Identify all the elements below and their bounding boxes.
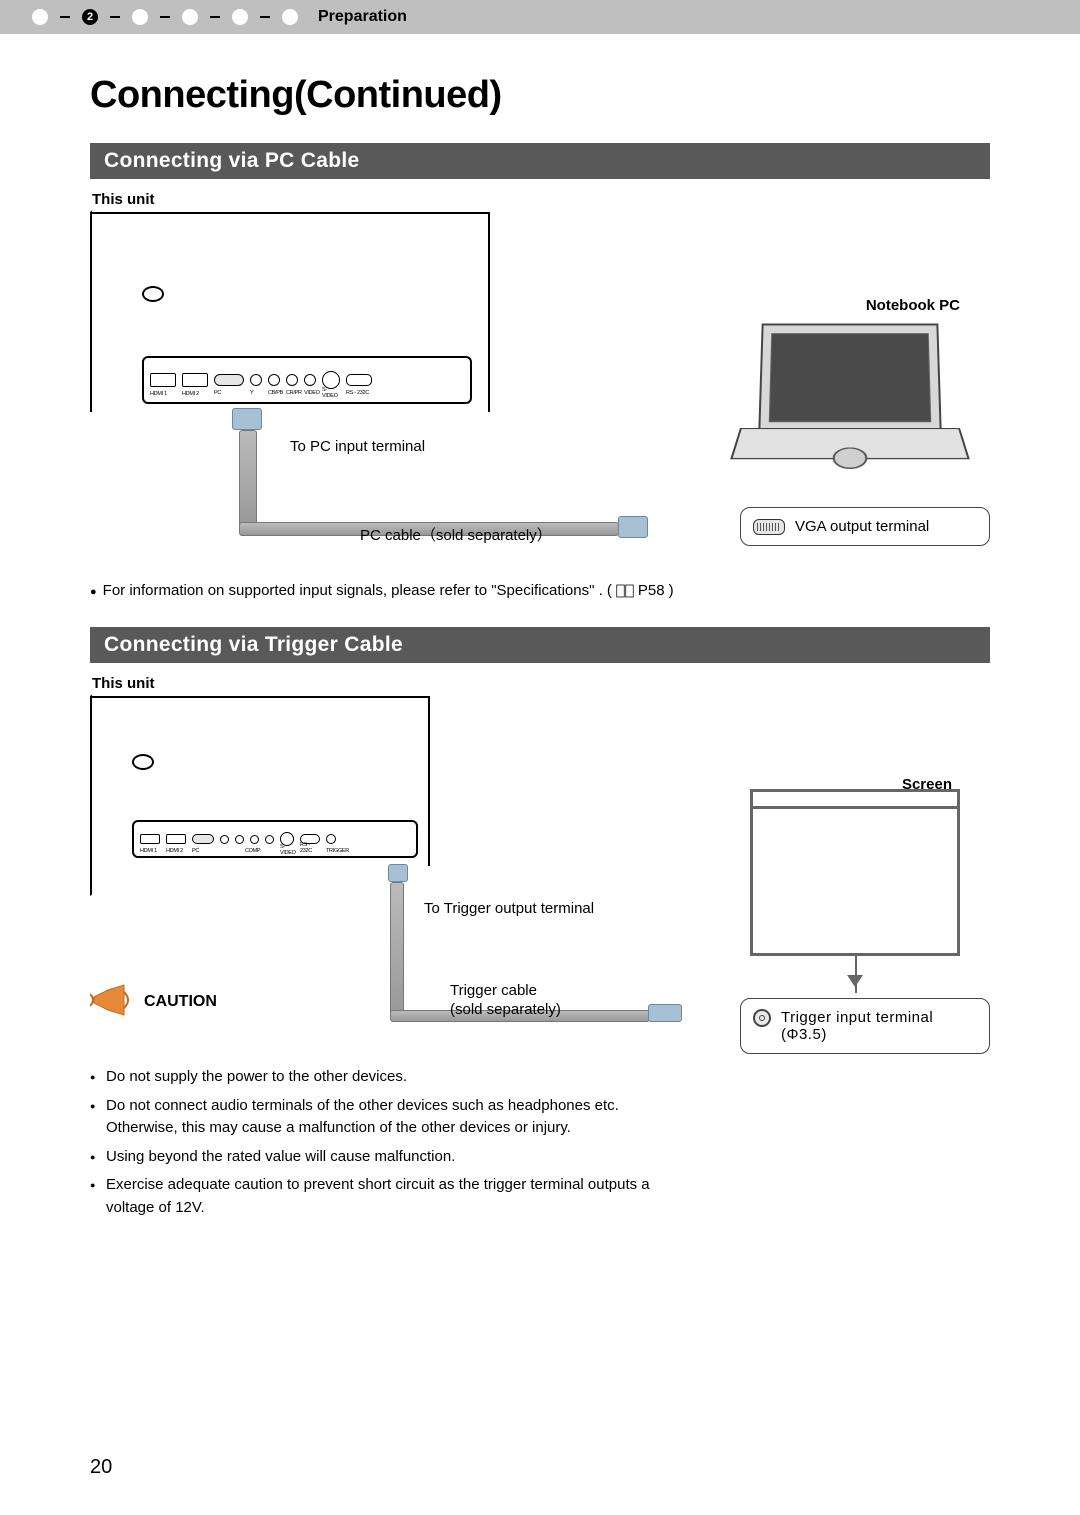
callout-pc-cable: PC cable（sold separately） xyxy=(360,524,552,545)
breadcrumb-sep xyxy=(110,16,120,18)
caution-bullet: Do not connect audio terminals of the ot… xyxy=(90,1095,650,1140)
port-label-pc: PC xyxy=(214,390,221,396)
caution-bullet: Exercise adequate caution to prevent sho… xyxy=(90,1174,650,1219)
port-label-cbpb: CB/PB xyxy=(268,390,283,396)
page-number: 20 xyxy=(90,1456,112,1479)
footnote-text-post: ) xyxy=(669,582,674,599)
port-label-trigger: TRIGGER xyxy=(326,848,349,854)
notebook-pc-label: Notebook PC xyxy=(866,297,960,314)
callout-to-trigger: To Trigger output terminal xyxy=(424,900,594,917)
diagram-trigger-cable: HDMI 1 HDMI 2 PC COMP. S-VIDEO RS - 232C… xyxy=(90,696,990,1066)
trigger-cable-line2: (sold separately) xyxy=(450,1001,561,1018)
caution-label: CAUTION xyxy=(144,993,217,1011)
port-label-hdmi2: HDMI 2 xyxy=(166,848,183,854)
caution-bullet: Do not supply the power to the other dev… xyxy=(90,1066,650,1089)
vga-plug-pc xyxy=(618,516,648,538)
vga-output-label: VGA output terminal xyxy=(795,518,929,535)
footnote-text-pre: For information on supported input signa… xyxy=(90,582,612,599)
megaphone-icon xyxy=(90,982,134,1022)
section-heading-pc: Connecting via PC Cable xyxy=(90,143,990,179)
footnote-input-signals: For information on supported input signa… xyxy=(90,582,990,599)
breadcrumb-sep xyxy=(260,16,270,18)
callout-to-pc: To PC input terminal xyxy=(290,438,425,455)
breadcrumb-sep xyxy=(60,16,70,18)
port-label-hdmi1: HDMI 1 xyxy=(150,391,167,397)
breadcrumb-label: Preparation xyxy=(318,8,407,26)
breadcrumb-step-3 xyxy=(132,9,148,25)
vga-port-icon xyxy=(753,519,785,535)
trigger-cable-line1: Trigger cable xyxy=(450,982,537,999)
projector-vent xyxy=(142,286,164,302)
trigger-input-callout: Trigger input terminal (Φ3.5) xyxy=(740,998,990,1054)
notebook-pc-illustration xyxy=(740,322,960,482)
breadcrumb-sep xyxy=(210,16,220,18)
port-label-rs232c: RS - 232C xyxy=(346,390,369,396)
port-label-svideo: S-VIDEO xyxy=(280,844,296,856)
breadcrumb-step-6 xyxy=(282,9,298,25)
page-title: Connecting(Continued) xyxy=(90,74,990,117)
port-label-comp: COMP. xyxy=(245,848,261,854)
projector-vent xyxy=(132,754,154,770)
breadcrumb-step-5 xyxy=(232,9,248,25)
vga-plug-projector xyxy=(232,408,262,430)
cable-segment xyxy=(239,430,257,526)
port-label-pc: PC xyxy=(192,848,199,854)
projector-outline: HDMI 1 HDMI 2 PC Y CB/PB CR/PR VIDEO S-V… xyxy=(90,212,490,412)
breadcrumb-step-1 xyxy=(32,9,48,25)
port-label-svideo: S-VIDEO xyxy=(322,387,340,399)
page-ref-icon xyxy=(616,584,634,598)
trigger-input-line2: (Φ3.5) xyxy=(781,1026,827,1043)
vga-output-callout: VGA output terminal xyxy=(740,507,990,546)
breadcrumb-sep xyxy=(160,16,170,18)
screen-illustration xyxy=(750,806,960,956)
breadcrumb-step-4 xyxy=(182,9,198,25)
cable-segment xyxy=(390,882,404,1014)
port-label-y: Y xyxy=(250,390,253,396)
projector-port-panel: HDMI 1 HDMI 2 PC Y CB/PB CR/PR VIDEO S-V… xyxy=(142,356,472,404)
port-label-hdmi1: HDMI 1 xyxy=(140,848,157,854)
projector-outline-2: HDMI 1 HDMI 2 PC COMP. S-VIDEO RS - 232C… xyxy=(90,696,430,866)
this-unit-label-2: This unit xyxy=(92,675,990,692)
mini-jack-icon xyxy=(753,1009,771,1027)
jack-plug-projector xyxy=(388,864,408,882)
footnote-page-ref: P58 xyxy=(638,582,665,599)
section-heading-trigger: Connecting via Trigger Cable xyxy=(90,627,990,663)
callout-trigger-cable: Trigger cable (sold separately) xyxy=(450,982,561,1020)
caution-row: CAUTION xyxy=(90,982,217,1022)
trigger-input-line1: Trigger input terminal xyxy=(781,1009,933,1026)
port-label-rs232c: RS - 232C xyxy=(300,842,320,854)
port-label-video: VIDEO xyxy=(304,390,320,396)
port-label-crpr: CR/PR xyxy=(286,390,302,396)
caution-bullet: Using beyond the rated value will cause … xyxy=(90,1146,650,1169)
caution-bullets: Do not supply the power to the other dev… xyxy=(90,1066,650,1219)
port-label-hdmi2: HDMI 2 xyxy=(182,391,199,397)
this-unit-label: This unit xyxy=(92,191,990,208)
jack-plug-screen xyxy=(648,1004,682,1022)
projector-port-panel-2: HDMI 1 HDMI 2 PC COMP. S-VIDEO RS - 232C… xyxy=(132,820,418,858)
breadcrumb-step-2 xyxy=(82,9,98,25)
diagram-pc-cable: HDMI 1 HDMI 2 PC Y CB/PB CR/PR VIDEO S-V… xyxy=(90,212,990,572)
breadcrumb: Preparation xyxy=(0,0,1080,34)
